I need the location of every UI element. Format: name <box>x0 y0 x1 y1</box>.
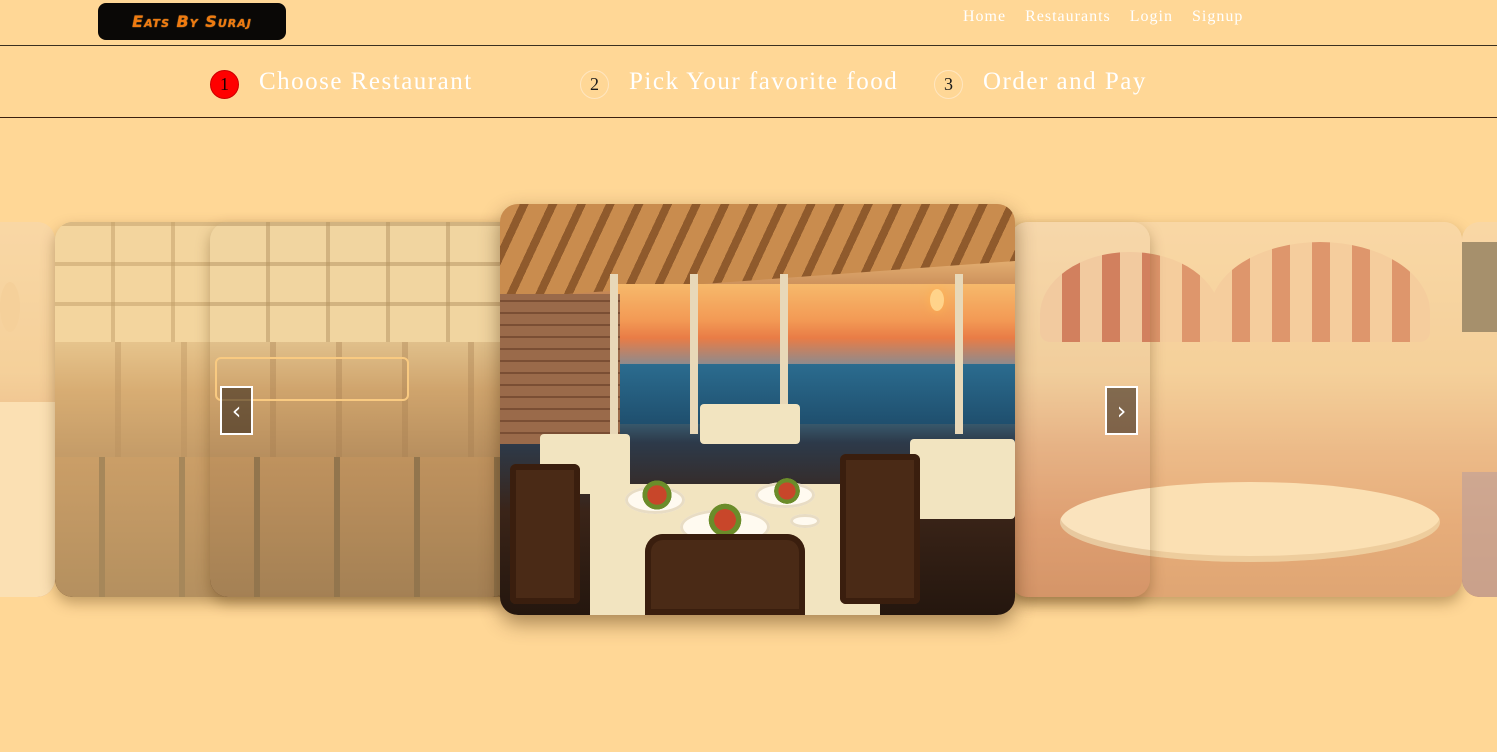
lounge-slide[interactable] <box>0 222 55 597</box>
nav-home-link[interactable]: Home <box>963 8 1006 26</box>
step-label: Order and Pay <box>983 67 1147 95</box>
terrace-slide[interactable] <box>1462 222 1497 597</box>
step-order-pay: 3 Order and Pay <box>934 67 1147 99</box>
step-label: Choose Restaurant <box>259 67 473 95</box>
carousel-prev-button[interactable]: ‹ <box>220 386 253 435</box>
step-label: Pick Your favorite food <box>629 67 899 95</box>
order-steps: 1 Choose Restaurant 2 Pick Your favorite… <box>0 46 1497 118</box>
brand-logo-text: Eats By Suraj <box>132 12 252 31</box>
top-navbar: Eats By Suraj Home Restaurants Login Sig… <box>0 0 1497 46</box>
ocean-view-slide[interactable] <box>500 204 1015 615</box>
step-pick-food: 2 Pick Your favorite food <box>580 67 899 99</box>
step-choose-restaurant: 1 Choose Restaurant <box>210 67 473 99</box>
restaurant-carousel: ‹ › <box>0 190 1497 630</box>
chevron-left-icon: ‹ <box>231 396 242 425</box>
step-number-badge: 2 <box>580 70 609 99</box>
brand-logo[interactable]: Eats By Suraj <box>98 3 286 40</box>
carousel-next-button[interactable]: › <box>1105 386 1138 435</box>
chevron-right-icon: › <box>1116 396 1127 425</box>
thai-bar-slide-front[interactable] <box>210 222 510 597</box>
nav-signup-link[interactable]: Signup <box>1192 8 1243 26</box>
nav-login-link[interactable]: Login <box>1130 8 1173 26</box>
step-number-badge: 3 <box>934 70 963 99</box>
step-number-badge: 1 <box>210 70 239 99</box>
main-nav: Home Restaurants Login Signup <box>963 8 1243 26</box>
nav-restaurants-link[interactable]: Restaurants <box>1025 8 1111 26</box>
